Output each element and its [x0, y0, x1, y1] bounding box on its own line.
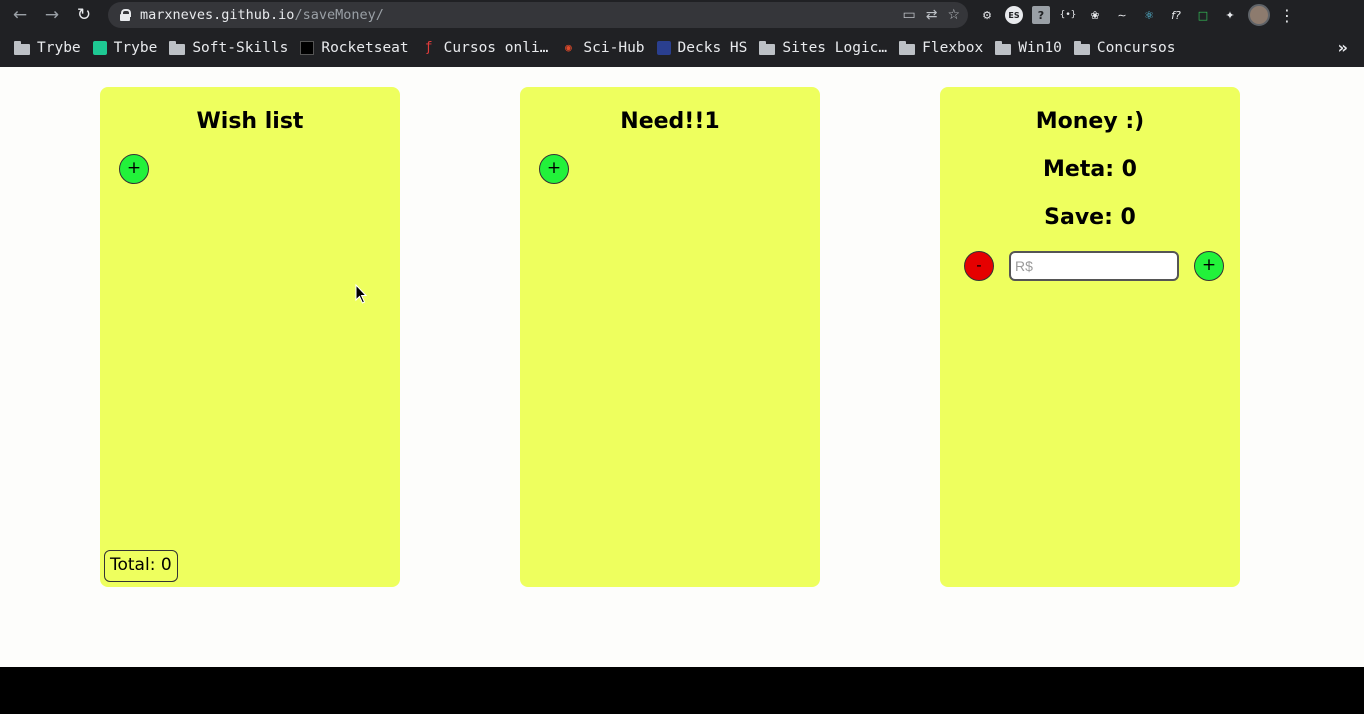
bookmarks-overflow-button[interactable]: »: [1338, 34, 1348, 61]
wave-icon[interactable]: ∼: [1113, 6, 1131, 24]
gnome-icon[interactable]: ❀: [1086, 6, 1104, 24]
reload-icon[interactable]: ↻: [68, 0, 100, 30]
address-bar[interactable]: marxneves.github.io/saveMoney/ ▭ ⇄ ☆: [108, 2, 968, 28]
star-icon[interactable]: ☆: [947, 7, 960, 23]
mouse-cursor-icon: [355, 283, 368, 304]
es-icon[interactable]: ES: [1005, 6, 1023, 24]
bookmark-item[interactable]: Decks HS: [656, 34, 747, 61]
need-card: Need!!1 +: [520, 87, 820, 587]
bookmark-item[interactable]: Soft-Skills: [169, 34, 288, 61]
screenshot-icon[interactable]: □: [1194, 6, 1212, 24]
subtract-money-button[interactable]: -: [964, 251, 994, 281]
rocketseat-icon: [300, 40, 315, 55]
cursos-icon: ƒ: [424, 39, 433, 55]
menu-dots-icon[interactable]: ⋮: [1279, 6, 1295, 25]
bookmark-item[interactable]: Flexbox: [899, 34, 983, 61]
browser-chrome: ← → ↻ marxneves.github.io/saveMoney/ ▭ ⇄…: [0, 0, 1364, 67]
react-icon[interactable]: ⚛: [1140, 6, 1158, 24]
folder-icon: [899, 40, 916, 55]
browser-toolbar: ← → ↻ marxneves.github.io/saveMoney/ ▭ ⇄…: [0, 0, 1364, 30]
money-amount-input[interactable]: [1009, 251, 1179, 281]
lock-icon: [120, 9, 131, 21]
need-title: Need!!1: [620, 109, 720, 134]
add-wish-button[interactable]: +: [119, 154, 149, 184]
folder-icon: [14, 40, 30, 55]
extensions-bar: ⚙ ES ? {•} ❀ ∼ ⚛ f? □ ✦ ⋮: [978, 0, 1295, 30]
omnibox-actions: ▭ ⇄ ☆: [902, 2, 960, 28]
wish-list-title: Wish list: [196, 109, 304, 134]
cast-icon[interactable]: ▭: [902, 7, 915, 23]
wish-list-total: Total: 0: [104, 550, 178, 582]
puzzle-icon[interactable]: ✦: [1221, 6, 1239, 24]
add-need-button[interactable]: +: [539, 154, 569, 184]
taskbar-strip: [0, 667, 1364, 714]
bookmark-item[interactable]: Win10: [995, 34, 1062, 61]
json-icon[interactable]: {•}: [1059, 6, 1077, 24]
meta-value: Meta: 0: [1043, 157, 1137, 182]
forward-arrow-icon[interactable]: →: [36, 0, 68, 30]
bookmark-item[interactable]: ◉ Sci-Hub: [560, 34, 644, 61]
bookmarks-bar: Trybe Trybe Soft-Skills Rocketseat ƒ Curs…: [0, 34, 1364, 61]
folder-icon: [995, 40, 1012, 55]
trybe-icon: [92, 40, 107, 55]
wish-list-card: Wish list + Total: 0: [100, 87, 400, 587]
settings-icon[interactable]: ⚙: [978, 6, 996, 24]
add-money-button[interactable]: +: [1194, 251, 1224, 281]
bookmark-item[interactable]: Concursos: [1073, 34, 1175, 61]
money-card: Money :) Meta: 0 Save: 0 - +: [940, 87, 1240, 587]
back-arrow-icon[interactable]: ←: [4, 0, 36, 30]
decks-icon: [656, 40, 671, 55]
money-title: Money :): [1035, 109, 1145, 134]
bookmark-item[interactable]: ƒ Cursos onli…: [421, 34, 549, 61]
folder-icon: [1073, 40, 1090, 55]
scihub-icon: ◉: [565, 40, 572, 54]
bookmark-item[interactable]: Trybe: [92, 34, 157, 61]
unknown-icon[interactable]: ?: [1032, 6, 1050, 24]
url-text: marxneves.github.io/saveMoney/: [140, 7, 384, 23]
bookmark-item[interactable]: Trybe: [14, 34, 81, 61]
folder-icon: [169, 40, 186, 55]
function-icon[interactable]: f?: [1167, 6, 1185, 24]
bookmark-item[interactable]: Rocketseat: [300, 34, 409, 61]
bookmark-item[interactable]: Sites Logic…: [759, 34, 887, 61]
translate-icon[interactable]: ⇄: [926, 7, 938, 23]
page-content: Wish list + Total: 0 Need!!1 + Money :) …: [0, 67, 1364, 667]
save-value: Save: 0: [1044, 205, 1136, 230]
folder-icon: [759, 40, 776, 55]
profile-avatar[interactable]: [1248, 4, 1270, 26]
